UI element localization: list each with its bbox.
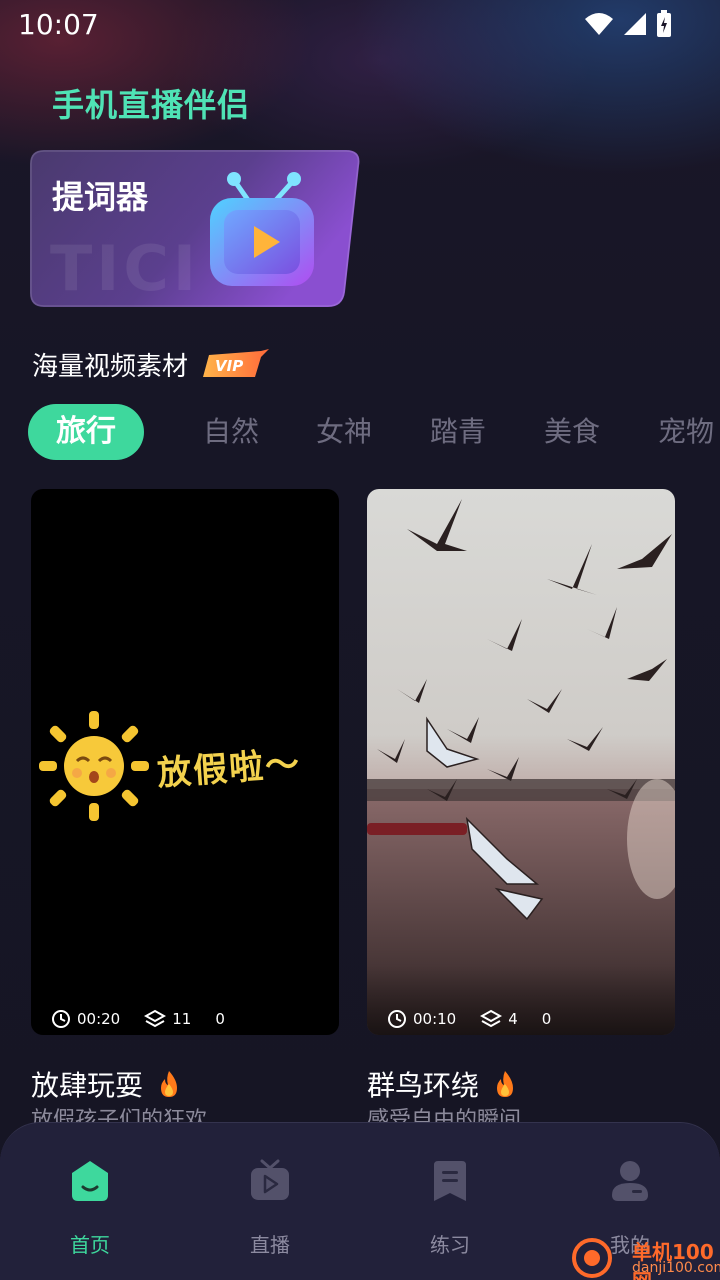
video-card-birds[interactable]: 00:10 4 0 <box>367 489 675 1035</box>
section-title: 海量视频素材 <box>32 352 189 382</box>
video-layers: 11 <box>172 1010 192 1028</box>
nav-practice-label: 练习 <box>430 1233 470 1257</box>
home-icon <box>72 1161 108 1201</box>
video-title-holiday[interactable]: 放肆玩耍 <box>31 1064 181 1104</box>
status-time: 10:07 <box>18 8 99 41</box>
video-title-text: 群鸟环绕 <box>367 1069 480 1102</box>
app-title: 手机直播伴侣 <box>52 86 251 124</box>
site-watermark: 单机100网 danji100.com <box>568 1234 720 1280</box>
sun-emoji-icon <box>39 711 149 821</box>
wifi-icon <box>585 13 613 35</box>
clock-icon <box>52 1010 70 1028</box>
tab-travel[interactable]: 旅行 <box>28 404 144 460</box>
status-bar: 10:07 <box>0 0 720 50</box>
fire-icon <box>161 1071 178 1097</box>
live-tv-icon <box>251 1159 289 1200</box>
video-card-holiday[interactable]: 放假啦～ 00:20 11 0 <box>31 489 339 1035</box>
screen: 10:07 手机直播伴侣 TICI 提词器 海量视频素材 VIP 旅行 自然 女… <box>0 0 720 1280</box>
tab-pets[interactable]: 宠物 <box>658 404 714 460</box>
signal-icon <box>624 13 646 35</box>
vip-badge: VIP <box>203 349 269 377</box>
holiday-overlay-text: 放假啦～ <box>156 744 303 794</box>
video-count: 0 <box>541 1010 552 1028</box>
tv-play-icon <box>210 172 314 286</box>
video-count: 0 <box>215 1010 225 1028</box>
nav-home-label: 首页 <box>70 1233 110 1257</box>
video-duration: 00:10 <box>413 1010 457 1028</box>
practice-bookmark-icon <box>434 1161 466 1201</box>
video-duration: 00:20 <box>77 1010 121 1028</box>
layers-icon <box>144 1009 167 1028</box>
battery-icon <box>657 10 671 37</box>
nav-live-label: 直播 <box>250 1233 290 1257</box>
watermark-line2: danji100.com <box>632 1260 720 1276</box>
teleprompter-card[interactable]: TICI 提词器 <box>30 150 360 307</box>
layers-icon <box>480 1009 503 1028</box>
category-tabs: 旅行 自然 女神 踏青 美食 宠物 <box>0 404 720 460</box>
tab-goddess[interactable]: 女神 <box>316 404 372 460</box>
video-meta: 00:20 11 0 <box>51 1005 225 1033</box>
birds-photo <box>367 499 675 1035</box>
nav-practice[interactable]: 练习 <box>360 1123 540 1280</box>
video-title-text: 放肆玩耍 <box>31 1069 144 1102</box>
video-title-birds[interactable]: 群鸟环绕 <box>367 1064 517 1104</box>
teleprompter-watermark: TICI <box>50 232 200 305</box>
clock-icon <box>388 1010 406 1028</box>
vip-badge-label: VIP <box>215 357 243 375</box>
video-meta: 00:10 4 0 <box>387 1005 551 1033</box>
nav-home[interactable]: 首页 <box>0 1123 180 1280</box>
status-icons <box>584 10 672 38</box>
tab-outing[interactable]: 踏青 <box>430 404 486 460</box>
teleprompter-title: 提词器 <box>52 178 149 216</box>
fire-icon <box>497 1071 514 1097</box>
tab-nature[interactable]: 自然 <box>203 404 259 460</box>
nav-live[interactable]: 直播 <box>180 1123 360 1280</box>
watermark-logo-icon <box>572 1238 612 1278</box>
tab-food[interactable]: 美食 <box>544 404 600 460</box>
video-layers: 4 <box>508 1010 518 1028</box>
profile-icon <box>612 1161 648 1201</box>
